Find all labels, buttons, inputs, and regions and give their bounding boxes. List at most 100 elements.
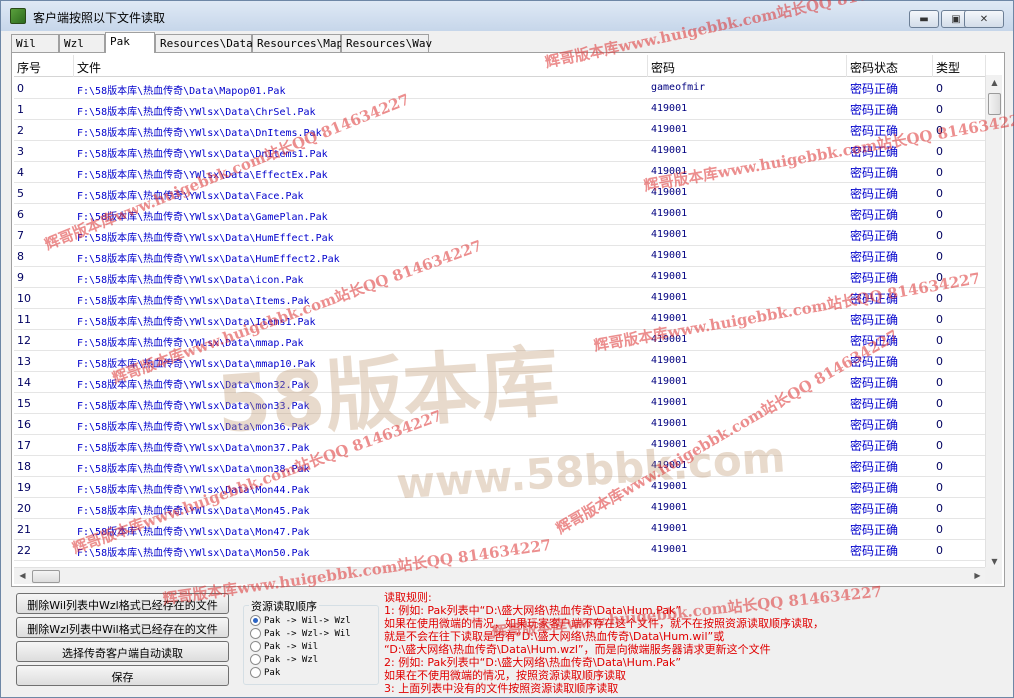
tab-wil[interactable]: Wil: [11, 34, 59, 53]
cell-status: 密码正确: [850, 103, 899, 117]
close-button[interactable]: ✕: [964, 10, 1004, 28]
cell-file: F:\58版本库\热血传奇\YWlsx\Data\mon33.Pak: [77, 401, 310, 412]
table-row[interactable]: 6 F:\58版本库\热血传奇\YWlsx\Data\GamePlan.Pak 41…: [14, 204, 986, 225]
cell-type: 0: [936, 145, 943, 158]
table-row[interactable]: 17 F:\58版本库\热血传奇\YWlsx\Data\mon37.Pak 4190…: [14, 435, 986, 456]
col-header-index[interactable]: 序号: [14, 55, 74, 77]
table-row[interactable]: 3 F:\58版本库\热血传奇\YWlsx\Data\DnItems1.Pak 41…: [14, 141, 986, 162]
table-row[interactable]: 0 F:\58版本库\热血传奇\Data\Mapop01.Pak gameofmir…: [14, 78, 986, 99]
order-option-pak-wzl-wil[interactable]: Pak -> Wzl-> Wil: [250, 628, 351, 641]
table-row[interactable]: 16 F:\58版本库\热血传奇\YWlsx\Data\mon36.Pak 4190…: [14, 414, 986, 435]
table-row[interactable]: 10 F:\58版本库\热血传奇\YWlsx\Data\Items.Pak 4190…: [14, 288, 986, 309]
table-row[interactable]: 4 F:\58版本库\热血传奇\YWlsx\Data\EffectEx.Pak 41…: [14, 162, 986, 183]
cell-type: 0: [936, 208, 943, 221]
table-row[interactable]: 19 F:\58版本库\热血传奇\YWlsx\Data\Mon44.Pak 4190…: [14, 477, 986, 498]
cell-type: 0: [936, 439, 943, 452]
title-bar[interactable]: 客户端按照以下文件读取 ▬ ▣ ✕: [1, 1, 1013, 31]
table-row[interactable]: 9 F:\58版本库\热血传奇\YWlsx\Data\icon.Pak 419001…: [14, 267, 986, 288]
rules-line: 1: 例如: Pak列表中“D:\盛大网络\热血传奇\Data\Hum.Pak”: [384, 604, 682, 617]
cell-file: F:\58版本库\热血传奇\YWlsx\Data\Items1.Pak: [77, 317, 316, 328]
radio-icon[interactable]: [250, 654, 261, 665]
table-row[interactable]: 12 F:\58版本库\热血传奇\YWlsx\Data\mmap.Pak 41900…: [14, 330, 986, 351]
cell-type: 0: [936, 481, 943, 494]
cell-password: 419001: [651, 208, 688, 219]
radio-icon[interactable]: [250, 628, 261, 639]
table-row[interactable]: 14 F:\58版本库\热血传奇\YWlsx\Data\mon32.Pak 4190…: [14, 372, 986, 393]
table-row[interactable]: 21 F:\58版本库\热血传奇\YWlsx\Data\Mon47.Pak 4190…: [14, 519, 986, 540]
delete-wzl-duplicates-button[interactable]: 删除Wzl列表中Wil格式已经存在的文件: [16, 617, 229, 638]
horizontal-scrollbar[interactable]: ◀ ▶: [14, 567, 986, 584]
radio-selected-icon[interactable]: [250, 615, 261, 626]
choose-client-button[interactable]: 选择传奇客户端自动读取: [16, 641, 229, 662]
scroll-right-icon[interactable]: ▶: [969, 571, 986, 580]
cell-index: 6: [17, 208, 24, 221]
save-button[interactable]: 保存: [16, 665, 229, 686]
table-row[interactable]: 5 F:\58版本库\热血传奇\YWlsx\Data\Face.Pak 419001…: [14, 183, 986, 204]
cell-status: 密码正确: [850, 229, 899, 243]
tab-pak[interactable]: Pak: [105, 32, 155, 53]
table-row[interactable]: 13 F:\58版本库\热血传奇\YWlsx\Data\mmap10.Pak 419…: [14, 351, 986, 372]
table-row[interactable]: 20 F:\58版本库\热血传奇\YWlsx\Data\Mon45.Pak 4190…: [14, 498, 986, 519]
cell-file: F:\58版本库\热血传奇\YWlsx\Data\Mon50.Pak: [77, 548, 310, 559]
order-option-pak-wil[interactable]: Pak -> Wil: [250, 641, 318, 654]
cell-file: F:\58版本库\热血传奇\YWlsx\Data\mmap10.Pak: [77, 359, 316, 370]
cell-file: F:\58版本库\热血传奇\YWlsx\Data\HumEffect2.Pak: [77, 254, 340, 265]
horizontal-scroll-thumb[interactable]: [32, 570, 60, 583]
table-row[interactable]: 2 F:\58版本库\热血传奇\YWlsx\Data\DnItems.Pak 419…: [14, 120, 986, 141]
cell-status: 密码正确: [850, 187, 899, 201]
table-row[interactable]: 15 F:\58版本库\热血传奇\YWlsx\Data\mon33.Pak 4190…: [14, 393, 986, 414]
cell-type: 0: [936, 397, 943, 410]
table-row[interactable]: 8 F:\58版本库\热血传奇\YWlsx\Data\HumEffect2.Pak…: [14, 246, 986, 267]
cell-password: 419001: [651, 460, 688, 471]
cell-password: 419001: [651, 523, 688, 534]
tab-resources-map[interactable]: Resources\Map: [252, 34, 343, 53]
minimize-button[interactable]: ▬: [909, 10, 939, 28]
cell-type: 0: [936, 166, 943, 179]
delete-wil-duplicates-button[interactable]: 删除Wil列表中Wzl格式已经存在的文件: [16, 593, 229, 614]
cell-password: 419001: [651, 292, 688, 303]
cell-file: F:\58版本库\热血传奇\YWlsx\Data\ChrSel.Pak: [77, 107, 316, 118]
cell-password: gameofmir: [651, 82, 706, 93]
cell-type: 0: [936, 544, 943, 557]
table-row[interactable]: 7 F:\58版本库\热血传奇\YWlsx\Data\HumEffect.Pak 4…: [14, 225, 986, 246]
scroll-down-icon[interactable]: ▼: [986, 557, 1003, 566]
table-row[interactable]: 1 F:\58版本库\热血传奇\YWlsx\Data\ChrSel.Pak 4190…: [14, 99, 986, 120]
cell-index: 15: [17, 397, 31, 410]
vertical-scrollbar[interactable]: ▲ ▼: [985, 75, 1002, 569]
table-row[interactable]: 22 F:\58版本库\热血传奇\YWlsx\Data\Mon50.Pak 4190…: [14, 540, 986, 561]
cell-index: 11: [17, 313, 31, 326]
grid-body: 0 F:\58版本库\热血传奇\Data\Mapop01.Pak gameofmir…: [14, 78, 986, 567]
col-header-status[interactable]: 密码状态: [847, 55, 933, 77]
cell-password: 419001: [651, 355, 688, 366]
table-row[interactable]: 18 F:\58版本库\热血传奇\YWlsx\Data\mon38.Pak 4190…: [14, 456, 986, 477]
read-rules-text: 读取规则: 1: 例如: Pak列表中“D:\盛大网络\热血传奇\Data\Hu…: [384, 591, 1009, 695]
vertical-scroll-thumb[interactable]: [988, 93, 1001, 115]
order-option-pak-wzl[interactable]: Pak -> Wzl: [250, 654, 318, 667]
tab-wzl[interactable]: Wzl: [59, 34, 105, 53]
cell-index: 21: [17, 523, 31, 536]
table-row[interactable]: 11 F:\58版本库\热血传奇\YWlsx\Data\Items1.Pak 419…: [14, 309, 986, 330]
cell-status: 密码正确: [850, 355, 899, 369]
cell-password: 419001: [651, 502, 688, 513]
cell-type: 0: [936, 460, 943, 473]
cell-status: 密码正确: [850, 439, 899, 453]
tab-resources-wav[interactable]: Resources\Wav: [341, 34, 432, 53]
col-header-type[interactable]: 类型: [933, 55, 986, 77]
tab-resources-data[interactable]: Resources\Data: [155, 34, 253, 53]
radio-icon[interactable]: [250, 667, 261, 678]
app-icon: [10, 8, 26, 24]
cell-index: 16: [17, 418, 31, 431]
col-header-file[interactable]: 文件: [74, 55, 648, 77]
scroll-up-icon[interactable]: ▲: [986, 78, 1003, 87]
cell-index: 17: [17, 439, 31, 452]
cell-password: 419001: [651, 418, 688, 429]
rules-line: “D:\盛大网络\热血传奇\Data\Hum.wzl”，而是向微端服务器请求更新…: [384, 643, 771, 656]
rules-line: 如果在使用微端的情况，如果玩家客户端不存在这个文件，就不在按照资源读取顺序读取，: [384, 617, 824, 630]
scroll-corner: [985, 567, 1002, 584]
order-option-pak[interactable]: Pak: [250, 667, 280, 680]
radio-icon[interactable]: [250, 641, 261, 652]
order-option-pak-wil-wzl[interactable]: Pak -> Wil-> Wzl: [250, 615, 351, 628]
cell-index: 20: [17, 502, 31, 515]
scroll-left-icon[interactable]: ◀: [14, 571, 31, 580]
col-header-password[interactable]: 密码: [648, 55, 847, 77]
